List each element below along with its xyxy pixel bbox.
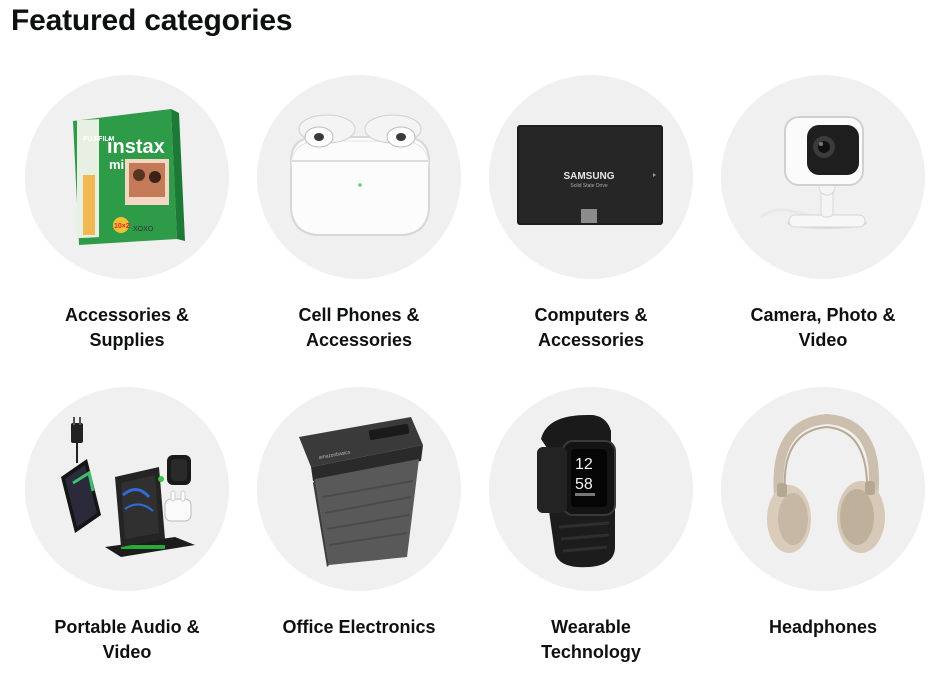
- film-pack: 10×2: [114, 223, 130, 230]
- category-label-line: Wearable: [551, 617, 631, 637]
- security-camera-icon[interactable]: [721, 75, 925, 279]
- category-label-line: Portable Audio &: [54, 617, 200, 637]
- earbuds-case-icon[interactable]: [257, 75, 461, 279]
- ssd-drive-icon[interactable]: SAMSUNG Solid State Drive: [489, 75, 693, 279]
- category-label-line: Technology: [541, 642, 641, 662]
- ssd-sub: Solid State Drive: [570, 183, 607, 189]
- category-tile-office-electronics[interactable]: amazonbasics Office Electronics: [243, 387, 475, 687]
- category-tile-portable-audio-video[interactable]: Portable Audio & Video: [11, 387, 243, 687]
- category-label-line: Accessories: [537, 330, 645, 350]
- category-label[interactable]: Wearable Technology: [475, 615, 707, 665]
- tracker-min: 58: [575, 476, 593, 493]
- category-label-line: Camera, Photo &: [750, 305, 896, 325]
- page-title: Featured categories: [11, 4, 293, 37]
- category-label[interactable]: Headphones: [707, 615, 931, 640]
- film-note: XOXO: [133, 226, 154, 233]
- category-label-line: Office Electronics: [282, 617, 436, 637]
- category-label[interactable]: Cell Phones & Accessories: [243, 303, 475, 353]
- category-tile-computers-accessories[interactable]: SAMSUNG Solid State Drive Computers & Ac…: [475, 75, 707, 375]
- category-label[interactable]: Accessories & Supplies: [11, 303, 243, 353]
- category-label[interactable]: Camera, Photo & Video: [707, 303, 931, 353]
- category-tile-camera-photo-video[interactable]: Camera, Photo & Video: [707, 75, 931, 375]
- ssd-brand: SAMSUNG: [563, 171, 614, 182]
- film-name: instax: [107, 136, 165, 158]
- category-label-line: Computers &: [534, 305, 648, 325]
- paper-shredder-icon[interactable]: amazonbasics: [257, 387, 461, 591]
- category-label-line: Headphones: [768, 617, 878, 637]
- category-tile-headphones[interactable]: Headphones: [707, 387, 931, 687]
- category-label-line: Accessories &: [64, 305, 190, 325]
- category-tile-accessories-supplies[interactable]: FUJIFILM instax mini 10×2 XOXO Accessori…: [11, 75, 243, 375]
- fitness-tracker-icon[interactable]: 12 58: [489, 387, 693, 591]
- tracker-hour: 12: [575, 456, 593, 473]
- headphones-icon[interactable]: [721, 387, 925, 591]
- category-label-line: Video: [798, 330, 848, 350]
- category-label-line: Video: [102, 642, 152, 662]
- category-label-line: Accessories: [305, 330, 413, 350]
- wireless-charger-icon[interactable]: [25, 387, 229, 591]
- category-tile-cell-phones-accessories[interactable]: Cell Phones & Accessories: [243, 75, 475, 375]
- instant-film-icon[interactable]: FUJIFILM instax mini 10×2 XOXO: [25, 75, 229, 279]
- category-label[interactable]: Computers & Accessories: [475, 303, 707, 353]
- category-label[interactable]: Office Electronics: [243, 615, 475, 640]
- category-tile-wearable-technology[interactable]: 12 58 Wearable Technology: [475, 387, 707, 687]
- category-label[interactable]: Portable Audio & Video: [11, 615, 243, 665]
- category-label-line: Cell Phones &: [298, 305, 420, 325]
- category-label-line: Supplies: [89, 330, 165, 350]
